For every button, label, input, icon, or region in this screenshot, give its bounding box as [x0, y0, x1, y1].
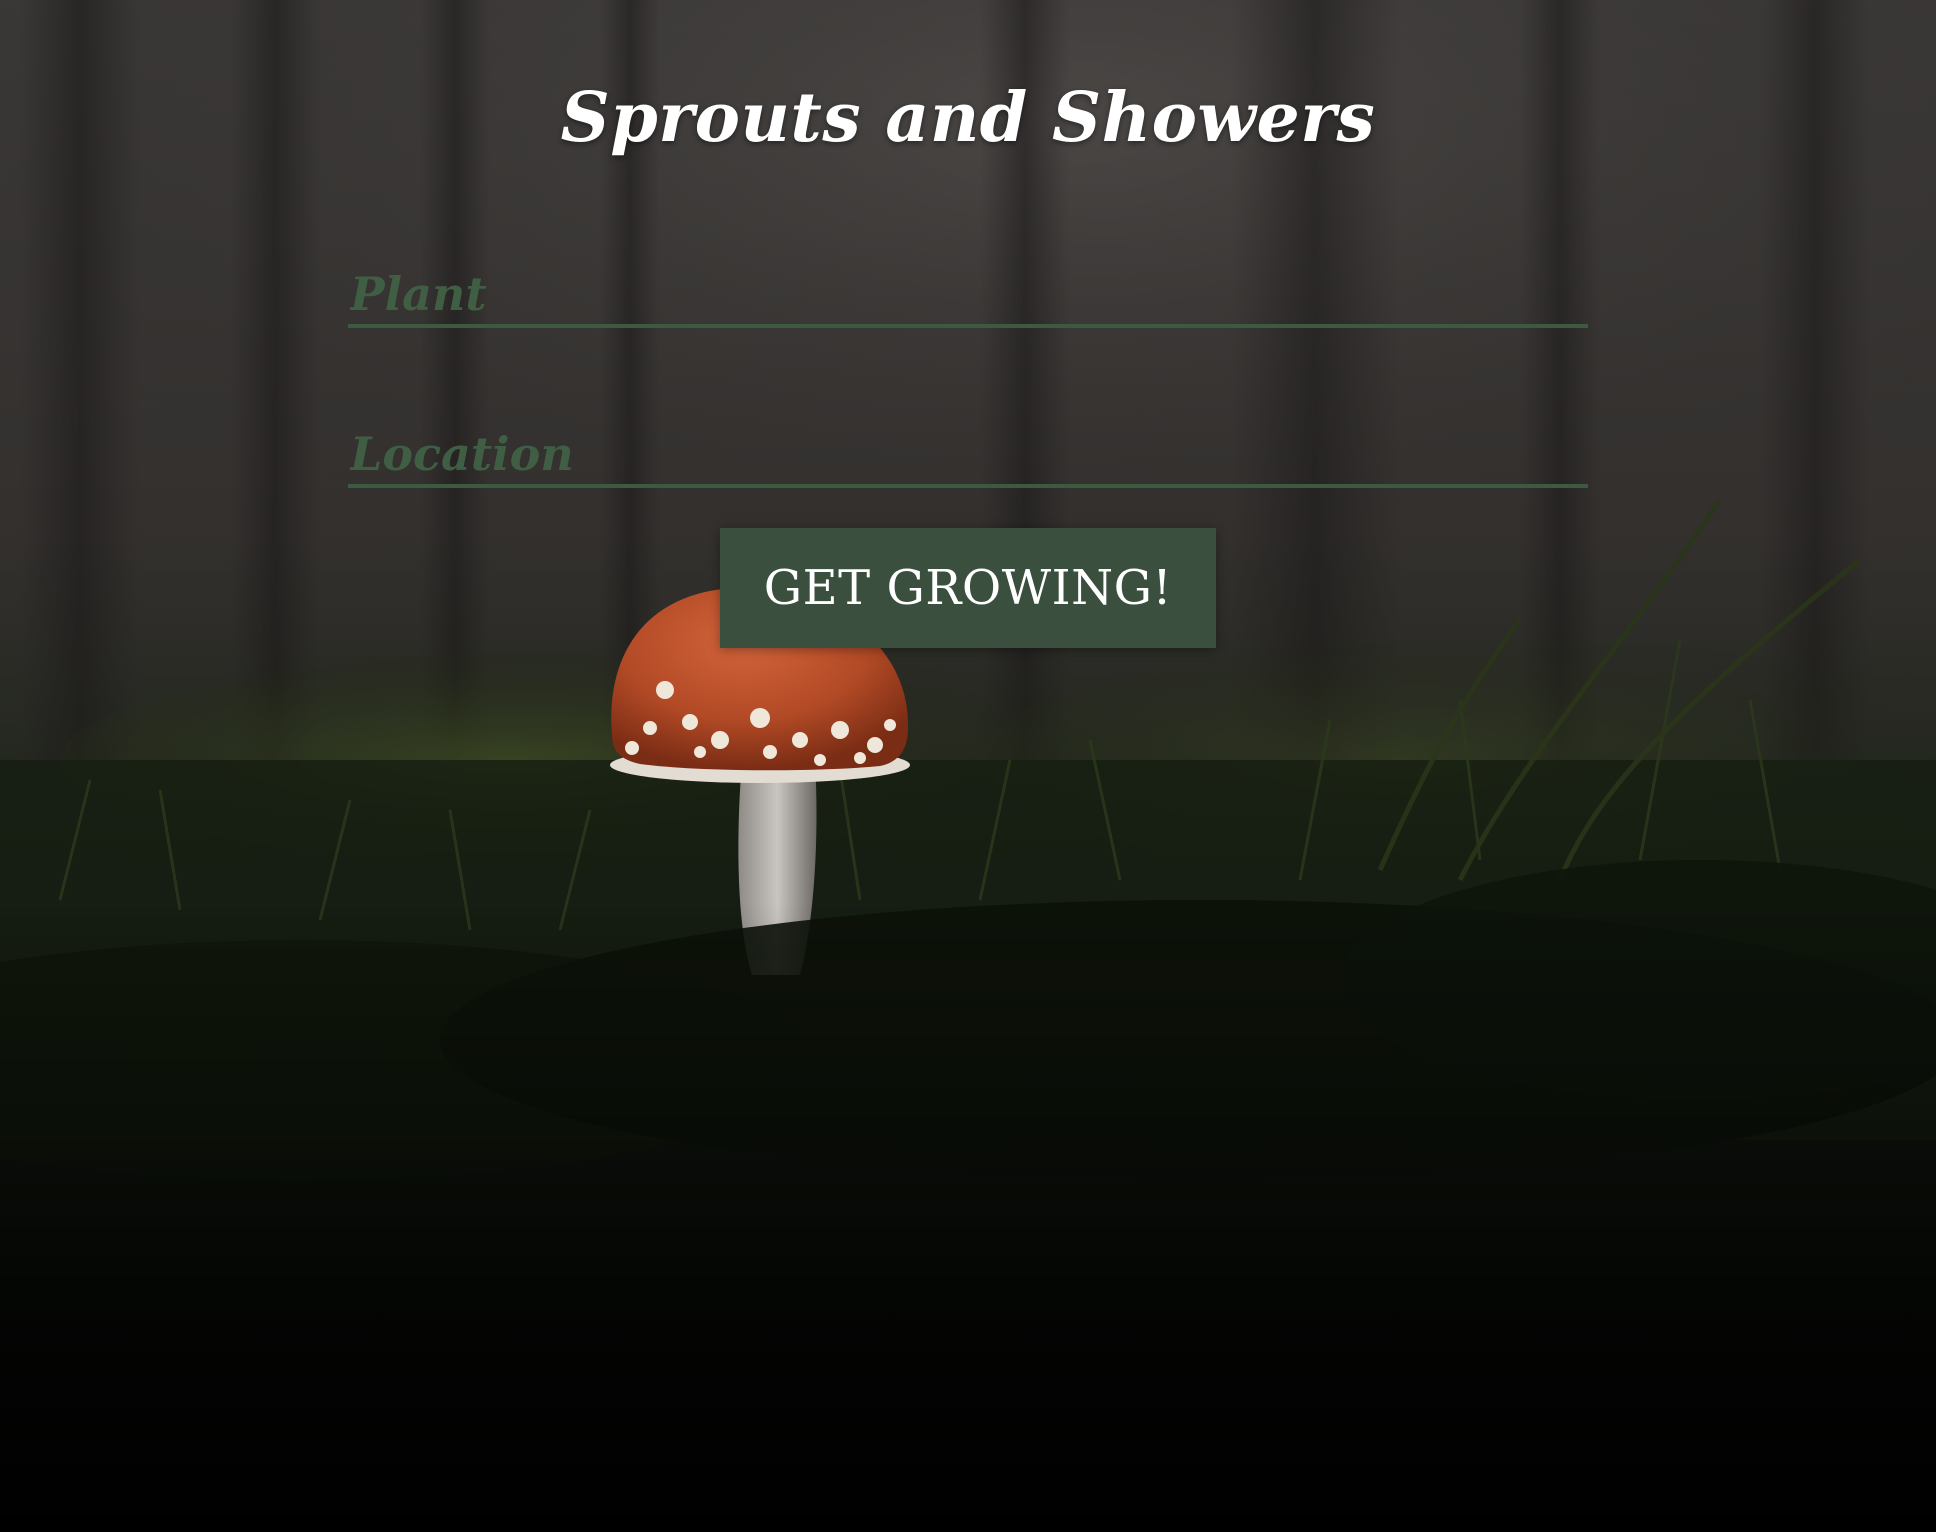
location-input[interactable]: [348, 424, 1588, 488]
app-title: Sprouts and Showers: [560, 78, 1376, 158]
get-growing-button[interactable]: GET GROWING!: [720, 528, 1216, 648]
plant-input[interactable]: [348, 264, 1588, 328]
page: Sprouts and Showers GET GROWING!: [0, 0, 1936, 1532]
forest-mushroom-background: [0, 0, 1936, 1532]
